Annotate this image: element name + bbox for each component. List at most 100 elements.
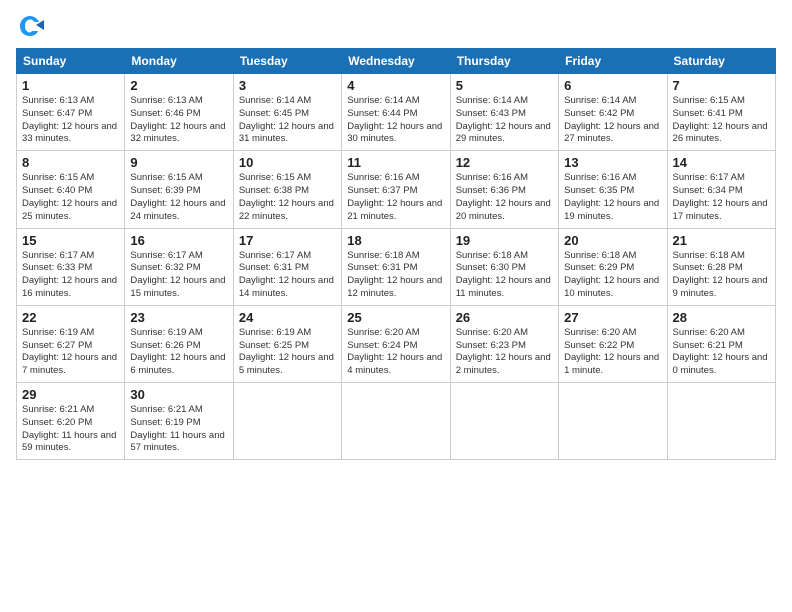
day-number: 14 — [673, 155, 770, 170]
calendar-cell: 27 Sunrise: 6:20 AMSunset: 6:22 PMDaylig… — [559, 305, 667, 382]
day-detail: Sunrise: 6:17 AMSunset: 6:31 PMDaylight:… — [239, 250, 334, 299]
day-detail: Sunrise: 6:16 AMSunset: 6:36 PMDaylight:… — [456, 172, 551, 221]
day-detail: Sunrise: 6:19 AMSunset: 6:25 PMDaylight:… — [239, 327, 334, 376]
calendar-header-saturday: Saturday — [667, 49, 775, 74]
day-number: 5 — [456, 78, 553, 93]
calendar-cell: 10 Sunrise: 6:15 AMSunset: 6:38 PMDaylig… — [233, 151, 341, 228]
calendar-cell: 8 Sunrise: 6:15 AMSunset: 6:40 PMDayligh… — [17, 151, 125, 228]
calendar-cell — [559, 383, 667, 460]
logo-icon — [16, 12, 44, 40]
logo — [16, 12, 48, 40]
day-detail: Sunrise: 6:20 AMSunset: 6:24 PMDaylight:… — [347, 327, 442, 376]
day-detail: Sunrise: 6:20 AMSunset: 6:21 PMDaylight:… — [673, 327, 768, 376]
calendar-cell: 15 Sunrise: 6:17 AMSunset: 6:33 PMDaylig… — [17, 228, 125, 305]
day-number: 9 — [130, 155, 227, 170]
calendar-header-row: SundayMondayTuesdayWednesdayThursdayFrid… — [17, 49, 776, 74]
calendar-header-sunday: Sunday — [17, 49, 125, 74]
calendar-cell: 9 Sunrise: 6:15 AMSunset: 6:39 PMDayligh… — [125, 151, 233, 228]
day-detail: Sunrise: 6:13 AMSunset: 6:47 PMDaylight:… — [22, 95, 117, 144]
header — [16, 12, 776, 40]
day-number: 17 — [239, 233, 336, 248]
calendar-cell: 26 Sunrise: 6:20 AMSunset: 6:23 PMDaylig… — [450, 305, 558, 382]
calendar-cell: 3 Sunrise: 6:14 AMSunset: 6:45 PMDayligh… — [233, 74, 341, 151]
calendar-cell: 23 Sunrise: 6:19 AMSunset: 6:26 PMDaylig… — [125, 305, 233, 382]
calendar-cell: 14 Sunrise: 6:17 AMSunset: 6:34 PMDaylig… — [667, 151, 775, 228]
calendar-cell: 20 Sunrise: 6:18 AMSunset: 6:29 PMDaylig… — [559, 228, 667, 305]
day-number: 10 — [239, 155, 336, 170]
calendar-cell: 16 Sunrise: 6:17 AMSunset: 6:32 PMDaylig… — [125, 228, 233, 305]
day-number: 26 — [456, 310, 553, 325]
day-detail: Sunrise: 6:19 AMSunset: 6:26 PMDaylight:… — [130, 327, 225, 376]
day-number: 3 — [239, 78, 336, 93]
week-row-1: 1 Sunrise: 6:13 AMSunset: 6:47 PMDayligh… — [17, 74, 776, 151]
calendar-cell: 5 Sunrise: 6:14 AMSunset: 6:43 PMDayligh… — [450, 74, 558, 151]
day-detail: Sunrise: 6:13 AMSunset: 6:46 PMDaylight:… — [130, 95, 225, 144]
day-detail: Sunrise: 6:15 AMSunset: 6:38 PMDaylight:… — [239, 172, 334, 221]
day-detail: Sunrise: 6:18 AMSunset: 6:29 PMDaylight:… — [564, 250, 659, 299]
calendar-cell: 7 Sunrise: 6:15 AMSunset: 6:41 PMDayligh… — [667, 74, 775, 151]
week-row-3: 15 Sunrise: 6:17 AMSunset: 6:33 PMDaylig… — [17, 228, 776, 305]
calendar-cell — [342, 383, 450, 460]
day-number: 25 — [347, 310, 444, 325]
day-number: 13 — [564, 155, 661, 170]
day-detail: Sunrise: 6:15 AMSunset: 6:40 PMDaylight:… — [22, 172, 117, 221]
day-number: 12 — [456, 155, 553, 170]
day-detail: Sunrise: 6:18 AMSunset: 6:30 PMDaylight:… — [456, 250, 551, 299]
week-row-4: 22 Sunrise: 6:19 AMSunset: 6:27 PMDaylig… — [17, 305, 776, 382]
day-number: 8 — [22, 155, 119, 170]
calendar-cell — [450, 383, 558, 460]
day-number: 22 — [22, 310, 119, 325]
calendar-header-monday: Monday — [125, 49, 233, 74]
day-number: 19 — [456, 233, 553, 248]
day-number: 20 — [564, 233, 661, 248]
calendar-cell: 1 Sunrise: 6:13 AMSunset: 6:47 PMDayligh… — [17, 74, 125, 151]
day-number: 23 — [130, 310, 227, 325]
day-detail: Sunrise: 6:17 AMSunset: 6:32 PMDaylight:… — [130, 250, 225, 299]
day-detail: Sunrise: 6:20 AMSunset: 6:22 PMDaylight:… — [564, 327, 659, 376]
calendar-cell: 30 Sunrise: 6:21 AMSunset: 6:19 PMDaylig… — [125, 383, 233, 460]
day-detail: Sunrise: 6:16 AMSunset: 6:35 PMDaylight:… — [564, 172, 659, 221]
calendar-cell — [667, 383, 775, 460]
page: SundayMondayTuesdayWednesdayThursdayFrid… — [0, 0, 792, 612]
day-number: 28 — [673, 310, 770, 325]
day-number: 16 — [130, 233, 227, 248]
day-detail: Sunrise: 6:14 AMSunset: 6:45 PMDaylight:… — [239, 95, 334, 144]
day-number: 29 — [22, 387, 119, 402]
day-number: 7 — [673, 78, 770, 93]
day-number: 18 — [347, 233, 444, 248]
calendar-cell: 29 Sunrise: 6:21 AMSunset: 6:20 PMDaylig… — [17, 383, 125, 460]
calendar-cell: 4 Sunrise: 6:14 AMSunset: 6:44 PMDayligh… — [342, 74, 450, 151]
day-detail: Sunrise: 6:21 AMSunset: 6:20 PMDaylight:… — [22, 404, 116, 453]
calendar-cell: 28 Sunrise: 6:20 AMSunset: 6:21 PMDaylig… — [667, 305, 775, 382]
calendar-table: SundayMondayTuesdayWednesdayThursdayFrid… — [16, 48, 776, 460]
calendar-cell: 22 Sunrise: 6:19 AMSunset: 6:27 PMDaylig… — [17, 305, 125, 382]
day-detail: Sunrise: 6:19 AMSunset: 6:27 PMDaylight:… — [22, 327, 117, 376]
day-detail: Sunrise: 6:15 AMSunset: 6:41 PMDaylight:… — [673, 95, 768, 144]
calendar-cell: 19 Sunrise: 6:18 AMSunset: 6:30 PMDaylig… — [450, 228, 558, 305]
calendar-cell: 11 Sunrise: 6:16 AMSunset: 6:37 PMDaylig… — [342, 151, 450, 228]
calendar-cell: 21 Sunrise: 6:18 AMSunset: 6:28 PMDaylig… — [667, 228, 775, 305]
day-detail: Sunrise: 6:18 AMSunset: 6:31 PMDaylight:… — [347, 250, 442, 299]
calendar-header-friday: Friday — [559, 49, 667, 74]
calendar-cell: 13 Sunrise: 6:16 AMSunset: 6:35 PMDaylig… — [559, 151, 667, 228]
day-detail: Sunrise: 6:16 AMSunset: 6:37 PMDaylight:… — [347, 172, 442, 221]
day-detail: Sunrise: 6:14 AMSunset: 6:42 PMDaylight:… — [564, 95, 659, 144]
day-number: 30 — [130, 387, 227, 402]
day-number: 6 — [564, 78, 661, 93]
day-number: 4 — [347, 78, 444, 93]
calendar-cell: 25 Sunrise: 6:20 AMSunset: 6:24 PMDaylig… — [342, 305, 450, 382]
day-number: 11 — [347, 155, 444, 170]
day-detail: Sunrise: 6:15 AMSunset: 6:39 PMDaylight:… — [130, 172, 225, 221]
calendar-cell: 18 Sunrise: 6:18 AMSunset: 6:31 PMDaylig… — [342, 228, 450, 305]
calendar-header-wednesday: Wednesday — [342, 49, 450, 74]
calendar-cell — [233, 383, 341, 460]
day-detail: Sunrise: 6:20 AMSunset: 6:23 PMDaylight:… — [456, 327, 551, 376]
day-detail: Sunrise: 6:14 AMSunset: 6:44 PMDaylight:… — [347, 95, 442, 144]
calendar-header-tuesday: Tuesday — [233, 49, 341, 74]
calendar-cell: 17 Sunrise: 6:17 AMSunset: 6:31 PMDaylig… — [233, 228, 341, 305]
day-number: 1 — [22, 78, 119, 93]
calendar-header-thursday: Thursday — [450, 49, 558, 74]
day-detail: Sunrise: 6:21 AMSunset: 6:19 PMDaylight:… — [130, 404, 224, 453]
day-number: 15 — [22, 233, 119, 248]
calendar-cell: 24 Sunrise: 6:19 AMSunset: 6:25 PMDaylig… — [233, 305, 341, 382]
